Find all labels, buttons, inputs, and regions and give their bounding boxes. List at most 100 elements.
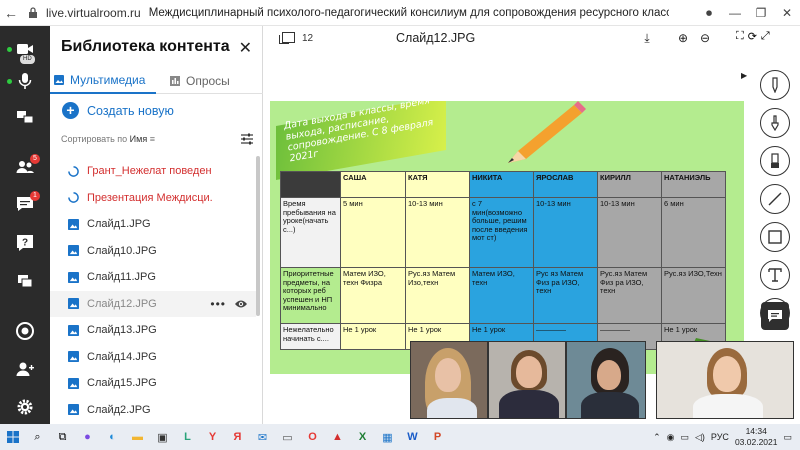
back-arrow-icon[interactable]: ← bbox=[0, 5, 22, 21]
media-icon[interactable]: ▭ bbox=[275, 424, 300, 450]
photos-icon[interactable]: ▦ bbox=[375, 424, 400, 450]
library-scrollbar[interactable] bbox=[256, 156, 260, 316]
list-item[interactable]: Слайд15.JPG bbox=[50, 370, 256, 397]
more-options-icon[interactable]: ••• bbox=[210, 297, 226, 311]
participant-video-2[interactable] bbox=[488, 341, 566, 419]
mail-icon[interactable]: ✉ bbox=[250, 424, 275, 450]
list-item[interactable]: Слайд11.JPG bbox=[50, 264, 256, 291]
media-list: Грант_Нежелат поведен... Презентация Меж… bbox=[50, 158, 256, 423]
assistant-icon[interactable]: ● bbox=[75, 424, 100, 450]
list-item[interactable]: Слайд10.JPG bbox=[50, 238, 256, 265]
loading-spinner-icon bbox=[68, 165, 79, 177]
maximize-button[interactable]: ❐ bbox=[748, 6, 774, 20]
line-icon bbox=[768, 192, 782, 206]
chat-floating-button[interactable] bbox=[761, 302, 789, 330]
participant-video-1[interactable] bbox=[410, 341, 488, 419]
edge-icon[interactable]: ◐ bbox=[100, 424, 125, 450]
camera-button[interactable]: HD bbox=[0, 34, 50, 64]
highlighter-tool[interactable] bbox=[760, 146, 790, 176]
eye-icon[interactable] bbox=[234, 298, 248, 310]
task-view-icon[interactable]: ⧉ bbox=[50, 424, 75, 450]
fit-screen-icon[interactable]: ⛶ bbox=[736, 30, 744, 43]
video-call-icon[interactable]: ⏺ bbox=[696, 6, 722, 21]
microphone-button[interactable] bbox=[0, 66, 50, 96]
browser-url[interactable]: live.virtualroom.ru bbox=[46, 6, 141, 20]
yandex-icon[interactable]: Y bbox=[200, 424, 225, 450]
participant-video-4[interactable] bbox=[656, 341, 794, 419]
language-indicator[interactable]: РУС bbox=[711, 432, 729, 442]
clock-date: 03.02.2021 bbox=[734, 437, 778, 447]
collapse-toolbar-arrow[interactable]: ▶ bbox=[741, 71, 747, 80]
search-icon[interactable]: ⌕ bbox=[25, 424, 50, 450]
pages-icon[interactable] bbox=[279, 32, 295, 44]
help-button[interactable]: ? bbox=[0, 228, 50, 258]
zoom-out-icon[interactable]: ⊖ bbox=[697, 30, 713, 46]
close-window-button[interactable]: ✕ bbox=[774, 6, 800, 20]
screen-share-button[interactable] bbox=[0, 102, 50, 132]
text-tool[interactable] bbox=[760, 260, 790, 290]
opera-icon[interactable]: O bbox=[300, 424, 325, 450]
list-item[interactable]: Слайд14.JPG bbox=[50, 344, 256, 371]
create-new-button[interactable]: + Создать новую bbox=[62, 102, 174, 119]
table-header-cell: САША bbox=[340, 171, 406, 198]
chat-list-button[interactable] bbox=[0, 266, 50, 296]
record-button[interactable] bbox=[0, 316, 50, 346]
network-icon[interactable]: ▭ bbox=[680, 432, 689, 443]
brush-icon bbox=[771, 115, 779, 131]
app-l-icon[interactable]: L bbox=[175, 424, 200, 450]
filter-sliders-icon[interactable] bbox=[240, 132, 254, 146]
tab-multimedia[interactable]: Мультимедиа bbox=[50, 68, 156, 94]
word-icon[interactable]: W bbox=[400, 424, 425, 450]
download-icon[interactable]: ⤓ bbox=[639, 30, 655, 46]
image-icon bbox=[54, 75, 64, 85]
pdf-icon[interactable]: ▲ bbox=[325, 424, 350, 450]
list-item[interactable]: Слайд13.JPG bbox=[50, 317, 256, 344]
clock-time: 14:34 bbox=[745, 426, 767, 436]
crop-icon[interactable]: ⟳ bbox=[748, 30, 757, 43]
notifications-icon[interactable]: ▭ bbox=[783, 432, 792, 443]
windows-start-icon[interactable] bbox=[0, 424, 25, 450]
store-icon[interactable]: ▣ bbox=[150, 424, 175, 450]
folder-icon[interactable]: ▬ bbox=[125, 424, 150, 450]
volume-icon[interactable]: ◁) bbox=[695, 432, 705, 443]
clock[interactable]: 14:34 03.02.2021 bbox=[735, 426, 778, 448]
settings-button[interactable] bbox=[0, 392, 50, 422]
powerpoint-icon[interactable]: P bbox=[425, 424, 450, 450]
chat-rail-button[interactable]: 1 bbox=[0, 189, 50, 219]
tab-polls[interactable]: Опросы bbox=[170, 68, 230, 94]
list-item-label: Слайд15.JPG bbox=[87, 377, 157, 390]
minimize-button[interactable]: — bbox=[722, 6, 748, 20]
zoom-in-icon[interactable]: ⊕ bbox=[675, 30, 691, 46]
yandex-browser-icon[interactable]: Я bbox=[225, 424, 250, 450]
participants-button[interactable]: 5 bbox=[0, 152, 50, 182]
list-item-hovered[interactable]: Слайд12.JPG ••• bbox=[50, 290, 256, 317]
list-item[interactable]: Слайд1.JPG bbox=[50, 211, 256, 238]
loading-spinner-icon bbox=[68, 192, 79, 204]
viewer-toolbar: 12 Слайд12.JPG ⤓ ⊕ ⊖ bbox=[264, 26, 752, 52]
fullscreen-icon[interactable]: ⤢ bbox=[761, 30, 770, 43]
list-item[interactable]: Презентация Междисци... bbox=[50, 185, 256, 212]
screen-share-icon bbox=[17, 111, 34, 124]
participant-face bbox=[597, 360, 621, 390]
line-tool[interactable] bbox=[760, 184, 790, 214]
table-corner-cell bbox=[280, 171, 341, 198]
invite-button[interactable] bbox=[0, 354, 50, 384]
pen-tool[interactable] bbox=[760, 70, 790, 100]
excel-icon[interactable]: X bbox=[350, 424, 375, 450]
tab-polls-label: Опросы bbox=[186, 74, 230, 88]
table-cell: 5 мин bbox=[340, 197, 406, 268]
tray-app-icon[interactable]: ◉ bbox=[667, 432, 675, 443]
slide-image: Дата выхода в классы, время выхода, расп… bbox=[270, 101, 744, 374]
chat-count-badge: 1 bbox=[30, 191, 40, 201]
tray-chevron-icon[interactable]: ⌃ bbox=[653, 432, 661, 443]
rectangle-tool[interactable] bbox=[760, 222, 790, 252]
participant-video-3[interactable] bbox=[566, 341, 646, 419]
close-library-button[interactable]: ✕ bbox=[239, 38, 252, 58]
list-item[interactable]: Грант_Нежелат поведен... bbox=[50, 158, 256, 185]
file-title: Слайд12.JPG bbox=[396, 31, 476, 45]
table-cell: Матем ИЗО, техн Физра bbox=[340, 267, 406, 324]
list-item[interactable]: Слайд2.JPG bbox=[50, 397, 256, 424]
brush-tool[interactable] bbox=[760, 108, 790, 138]
library-tabs: Мультимедиа Опросы bbox=[50, 68, 263, 94]
sort-control[interactable]: Сортировать по Имя ≡ bbox=[61, 134, 155, 144]
